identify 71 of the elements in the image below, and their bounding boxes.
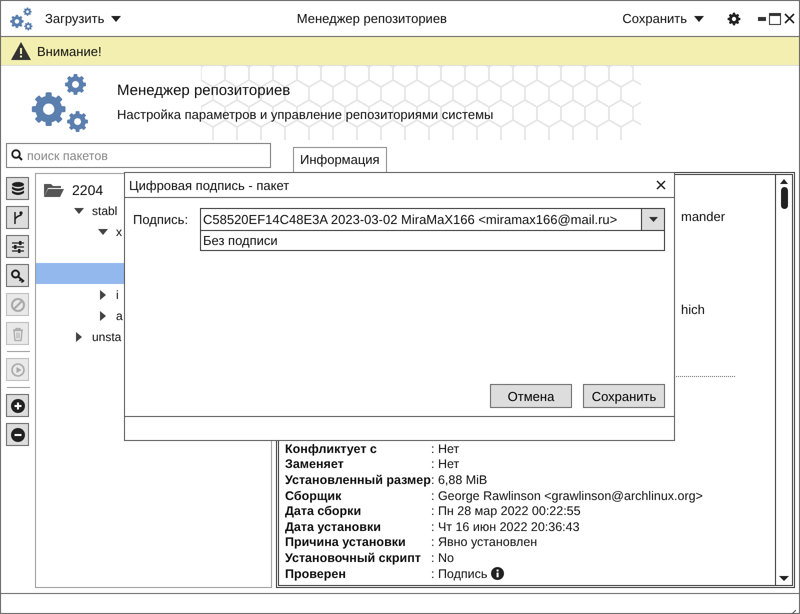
folder-icon [44,182,64,196]
header-title: Менеджер репозиториев [117,82,292,99]
dialog-title: Цифровая подпись - пакет [129,178,290,192]
info-label: Заменяет [285,457,345,472]
warning-icon [11,42,31,60]
info-value: mander [681,209,726,224]
info-label: Причина установки [285,535,407,550]
info-value: : Нет [431,442,460,456]
expanded-arrow-icon[interactable] [98,226,108,236]
save-menu[interactable]: Сохранить [618,9,708,28]
collapsed-arrow-icon[interactable] [98,290,108,300]
ban-icon [10,296,26,312]
database-icon [10,180,26,196]
dialog-button[interactable]: Отмена [490,384,572,408]
info-value: : Чт 16 июн 2022 20:36:43 [431,520,580,534]
minimize-icon[interactable] [758,16,766,20]
info-value: : Явно установлен [431,535,538,550]
key-icon [10,268,26,284]
load-menu[interactable]: Загрузить [41,9,126,28]
info-value: : Нет [431,457,460,472]
collapsed-arrow-icon[interactable] [98,310,108,320]
info-value: : Пн 28 мар 2022 00:22:55 [431,504,581,518]
sliders-button[interactable] [6,235,29,258]
close-icon[interactable] [784,13,795,24]
search-field[interactable]: поиск пакетов [6,143,271,168]
info-label: Дата установки [285,520,382,534]
key-button[interactable] [6,264,29,287]
signature-dropdown[interactable]: C58520EF14C48E3A 2023-03-02 MiraMaX166 <miramax166@mail.ru> [200,208,665,231]
info-value: : Подпись [431,566,488,581]
tree-item[interactable]: a [116,308,123,322]
field-label: Подпись: [133,211,185,227]
info-value: : No [431,550,454,565]
caret-icon [694,16,704,22]
caret-icon [648,217,658,222]
tree-item[interactable]: stabl [92,204,118,218]
sliders-icon [10,238,26,254]
info-label: Конфликтует с [285,442,378,456]
play-icon [10,362,26,378]
branch-button[interactable] [6,206,29,229]
caret-icon [111,16,122,22]
info-icon[interactable] [491,567,504,580]
info-label: Дата сборки [285,504,362,518]
dropdown-option[interactable]: Без подписи [201,231,664,250]
info-tab[interactable]: Информация [293,147,387,172]
minus-button[interactable] [6,423,29,446]
info-label: Проверен [285,566,347,581]
maximize-icon[interactable] [769,12,781,24]
tree-item[interactable]: x [116,224,122,238]
info-value: hich [681,302,705,317]
info-value: : 6,88 MiB [431,472,488,487]
settings-icon[interactable] [726,10,742,26]
info-label: Установочный скрипт [285,550,422,565]
info-label: Сборщик [285,488,342,503]
expanded-arrow-icon[interactable] [74,206,84,216]
plus-button[interactable] [6,394,29,417]
collapsed-arrow-icon[interactable] [74,332,84,342]
warning-text: Внимание! [37,44,102,58]
dialog-button[interactable]: Сохранить [583,384,665,408]
scroll-up-icon[interactable] [780,179,788,184]
tree-item[interactable]: unsta [92,330,122,344]
plus-icon [10,398,26,414]
header-subtitle: Настройка параметров и управление репозиториями системы [117,107,494,122]
close-icon[interactable] [656,180,666,190]
database-button[interactable] [6,177,29,200]
minus-icon [10,426,26,442]
scrollbar-thumb[interactable] [780,187,788,209]
tree-item[interactable]: 2204 [72,182,104,198]
info-value: : George Rawlinson <grawlinson@archlinux.org> [431,488,703,503]
window-title: Менеджер репозиториев [296,11,448,26]
scroll-down-icon[interactable] [779,576,789,582]
tree-item[interactable]: i [116,288,119,302]
